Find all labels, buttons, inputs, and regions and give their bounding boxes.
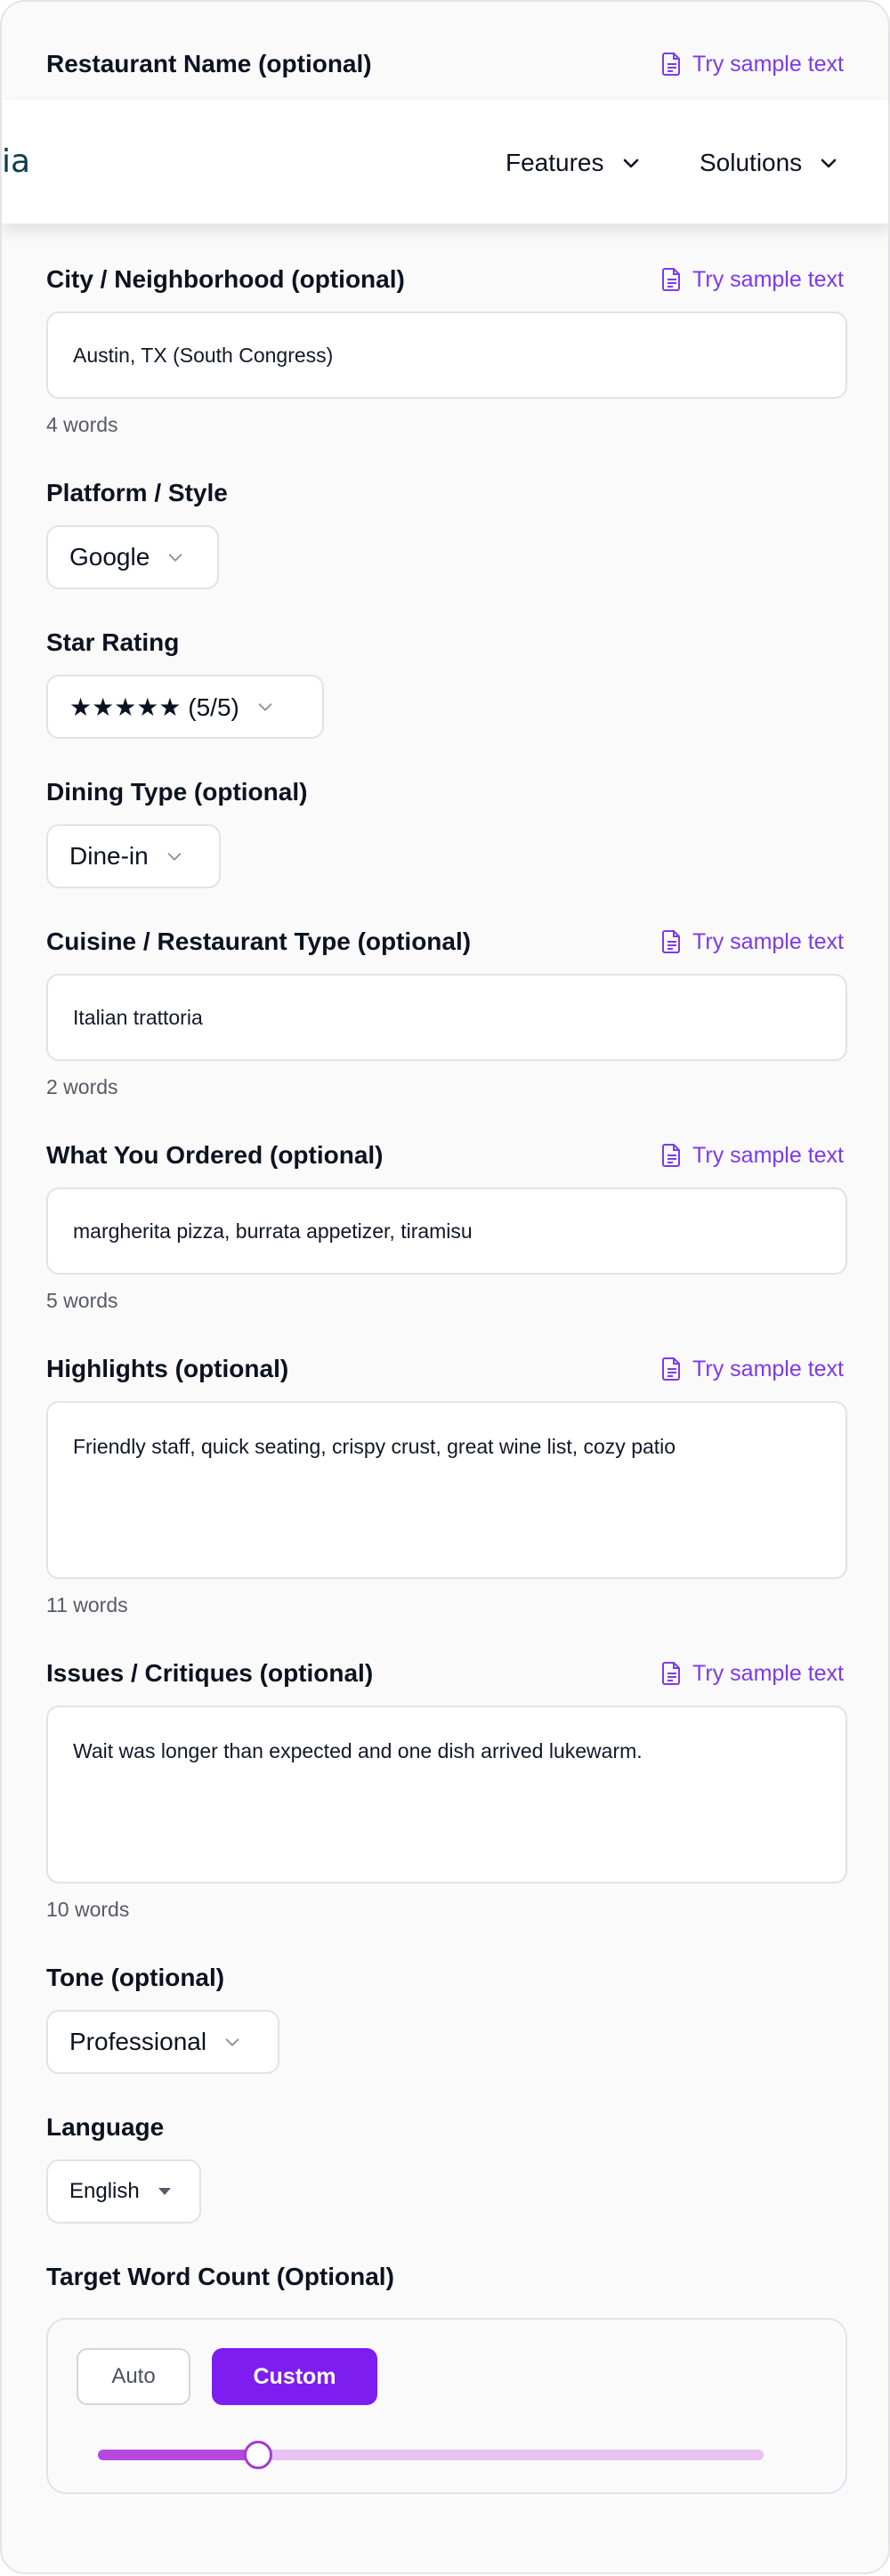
- language-label: Language: [46, 2113, 165, 2141]
- document-icon: [662, 1357, 681, 1381]
- language-select[interactable]: English: [46, 2159, 201, 2224]
- cuisine-sample-link[interactable]: Try sample text: [662, 926, 844, 958]
- issues-word-count: 10 words: [46, 1898, 130, 1921]
- city-sample-link[interactable]: Try sample text: [662, 263, 844, 296]
- issues-label: Issues / Critiques (optional): [46, 1659, 374, 1687]
- city-word-count: 4 words: [46, 413, 118, 436]
- city-input[interactable]: Austin, TX (South Congress): [46, 312, 847, 399]
- sample-link-label: Try sample text: [692, 1142, 844, 1168]
- caret-down-icon: [158, 2188, 171, 2195]
- word-count-slider-fill: [98, 2450, 258, 2460]
- chevron-down-icon: [168, 554, 182, 562]
- document-icon: [662, 1144, 681, 1167]
- tone-label: Tone (optional): [46, 1964, 225, 1991]
- highlights-sample-link[interactable]: Try sample text: [662, 1353, 844, 1385]
- sample-link-label: Try sample text: [692, 1660, 844, 1686]
- platform-label: Platform / Style: [46, 479, 228, 506]
- cuisine-word-count: 2 words: [46, 1075, 118, 1098]
- highlights-label: Highlights (optional): [46, 1355, 289, 1382]
- star-rating-select-value: ★★★★★ (5/5): [69, 693, 239, 721]
- ordered-word-count: 5 words: [46, 1289, 118, 1312]
- document-icon: [662, 53, 681, 76]
- sample-link-label: Try sample text: [692, 1356, 844, 1381]
- sample-link-label: Try sample text: [692, 51, 844, 77]
- nav-solutions-label: Solutions: [700, 149, 803, 176]
- ordered-label: What You Ordered (optional): [46, 1141, 384, 1169]
- logo[interactable]: ia: [2, 144, 30, 180]
- chevron-down-icon: [821, 158, 837, 168]
- platform-select[interactable]: Google: [46, 525, 219, 589]
- custom-button[interactable]: Custom: [212, 2348, 377, 2405]
- highlights-word-count: 11 words: [46, 1593, 128, 1616]
- dining-type-label: Dining Type (optional): [46, 778, 308, 806]
- word-count-slider-track[interactable]: [98, 2450, 764, 2460]
- document-icon: [662, 268, 681, 291]
- ordered-sample-link[interactable]: Try sample text: [662, 1139, 844, 1171]
- nav-solutions[interactable]: Solutions: [700, 147, 839, 179]
- document-icon: [662, 1662, 681, 1685]
- form-card: Restaurant Name (optional) Try sample te…: [0, 0, 890, 2574]
- cuisine-label: Cuisine / Restaurant Type (optional): [46, 928, 472, 955]
- chevron-down-icon: [258, 703, 272, 711]
- issues-sample-link[interactable]: Try sample text: [662, 1657, 844, 1689]
- dining-type-select[interactable]: Dine-in: [46, 824, 221, 888]
- cuisine-input[interactable]: Italian trattoria: [46, 974, 847, 1061]
- document-icon: [662, 930, 681, 953]
- dining-type-select-value: Dine-in: [69, 842, 149, 870]
- auto-button[interactable]: Auto: [77, 2348, 190, 2405]
- ordered-input[interactable]: margherita pizza, burrata appetizer, tir…: [46, 1187, 847, 1275]
- chevron-down-icon: [623, 158, 638, 168]
- word-count-slider-thumb[interactable]: [243, 2441, 272, 2469]
- highlights-textarea[interactable]: Friendly staff, quick seating, crispy cr…: [46, 1401, 847, 1579]
- chevron-down-icon: [225, 2038, 239, 2046]
- restaurant-name-label: Restaurant Name (optional): [46, 50, 372, 77]
- language-select-value: English: [69, 2179, 140, 2203]
- sample-link-label: Try sample text: [692, 928, 844, 954]
- sample-link-label: Try sample text: [692, 266, 844, 292]
- star-rating-select[interactable]: ★★★★★ (5/5): [46, 675, 324, 739]
- chevron-down-icon: [167, 853, 182, 861]
- word-count-label: Target Word Count (Optional): [46, 2263, 394, 2290]
- tone-select[interactable]: Professional: [46, 2010, 279, 2074]
- nav-features-label: Features: [506, 149, 604, 176]
- word-count-panel: [46, 2318, 847, 2494]
- restaurant-name-sample-link[interactable]: Try sample text: [662, 48, 844, 80]
- nav-features[interactable]: Features: [506, 147, 642, 179]
- platform-select-value: Google: [69, 543, 150, 571]
- issues-textarea[interactable]: Wait was longer than expected and one di…: [46, 1705, 847, 1883]
- city-label: City / Neighborhood (optional): [46, 265, 405, 293]
- star-rating-label: Star Rating: [46, 628, 180, 656]
- tone-select-value: Professional: [69, 2028, 207, 2055]
